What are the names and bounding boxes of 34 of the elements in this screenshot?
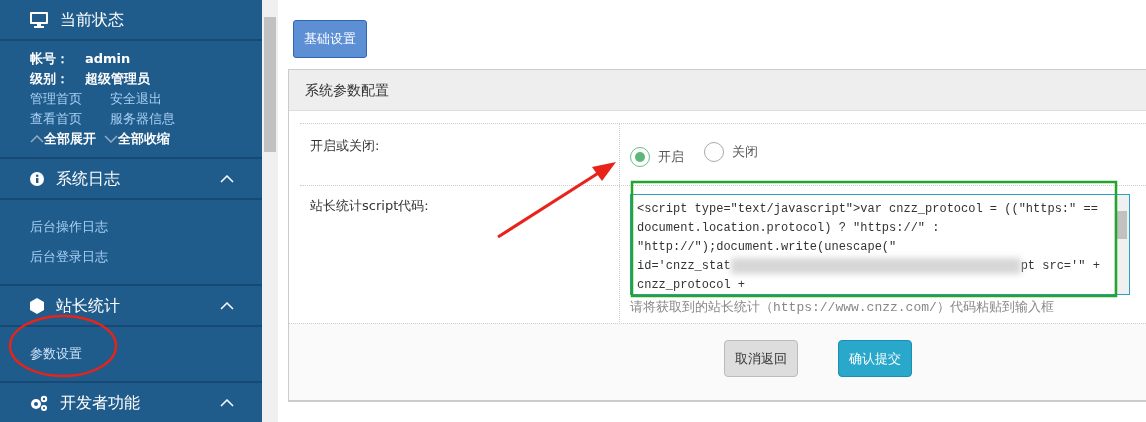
info-value: admin	[85, 51, 131, 66]
toggle-link[interactable]: 全部收缩	[104, 129, 170, 149]
sidebar-link[interactable]: 查看首页	[30, 109, 110, 129]
code-textarea[interactable]: <script type="text/javascript">var cnzz_protocol = (("https:" == document.location.protocol) ? "https://" : "http://");document.write(unescape(" id='cnzz_stat pt src='" + cnzz_protocol +	[630, 194, 1130, 295]
radio-option[interactable]: 开启	[630, 146, 684, 167]
sidebar-link[interactable]: 管理首页	[30, 89, 110, 109]
cancel-button[interactable]: 取消返回	[724, 339, 798, 377]
menu-item[interactable]: 后台操作日志	[30, 212, 262, 242]
sidebar-link[interactable]: 安全退出	[110, 89, 190, 109]
scrollbar[interactable]	[262, 0, 278, 422]
section-title[interactable]: 系统日志	[56, 166, 220, 191]
section-title[interactable]: 开发者功能	[60, 390, 220, 415]
monitor-icon	[30, 11, 48, 28]
sidebar[interactable]: 当前状态 帐号： admin 级别： 超级管理员 管理首页 安全退出 查看首页 服务器信息 全部展开 全部收缩 系统日志 后台操作日志 后台登录日志 站长统计 参数设置 开发者功能	[0, 0, 262, 422]
toggle-link[interactable]: 全部展开	[30, 129, 96, 149]
radio-option[interactable]: 关闭	[704, 141, 758, 162]
info-label: 级别：	[30, 71, 69, 86]
caret-icon	[104, 135, 118, 143]
info-value: 超级管理员	[85, 71, 150, 86]
help-text: 请将获取到的站长统计（https://www.cnzz.com/）代码粘贴到输入框	[630, 298, 1055, 317]
gears-icon	[30, 394, 48, 411]
hexagon-icon	[30, 297, 44, 314]
info-label: 帐号：	[30, 51, 69, 66]
section-title[interactable]: 站长统计	[56, 293, 220, 318]
sidebar-link[interactable]: 服务器信息	[110, 109, 190, 129]
field-label: 开启或关闭:	[310, 137, 380, 153]
caret-icon	[30, 135, 44, 143]
panel-title: 系统参数配置	[289, 69, 1146, 111]
field-label: 站长统计script代码:	[310, 198, 429, 213]
section-title[interactable]: 当前状态	[60, 7, 234, 32]
help-link[interactable]: https://www.cnzz.com/	[773, 300, 937, 315]
info-icon	[30, 171, 44, 186]
menu-item[interactable]: 参数设置	[30, 339, 262, 369]
menu-item[interactable]: 后台登录日志	[30, 242, 262, 272]
